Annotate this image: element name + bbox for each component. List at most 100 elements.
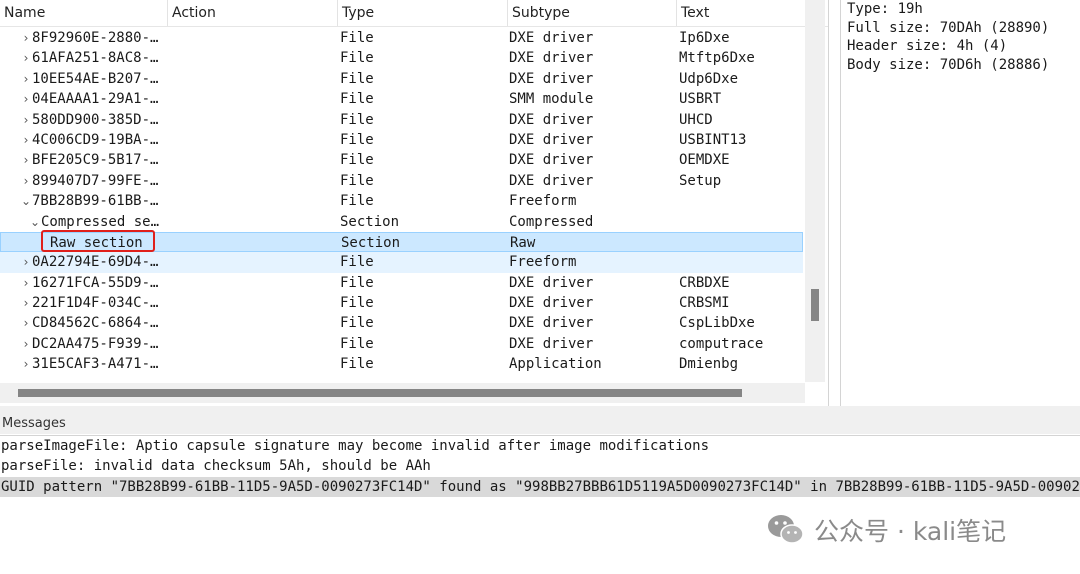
row-text: Dmienbg bbox=[679, 356, 739, 373]
chevron-right-icon[interactable]: › bbox=[20, 273, 32, 293]
row-subtype: DXE driver bbox=[509, 274, 594, 291]
chevron-right-icon[interactable]: › bbox=[20, 130, 32, 150]
row-text: CRBDXE bbox=[679, 274, 730, 291]
vertical-scrollbar[interactable] bbox=[805, 0, 825, 382]
column-header-type[interactable]: Type bbox=[338, 0, 508, 26]
row-type: File bbox=[340, 111, 374, 128]
chevron-down-icon[interactable]: ⌄ bbox=[29, 212, 41, 232]
row-subtype: DXE driver bbox=[509, 295, 594, 312]
chevron-right-icon[interactable]: › bbox=[20, 89, 32, 109]
row-text: OEMDXE bbox=[679, 152, 730, 169]
row-subtype: DXE driver bbox=[509, 70, 594, 87]
watermark-text: 公众号 · kali笔记 bbox=[814, 517, 1007, 546]
row-type: File bbox=[340, 315, 374, 332]
row-type: File bbox=[340, 131, 374, 148]
row-name: 8F92960E-2880-… bbox=[32, 30, 159, 46]
tree-row[interactable]: ⌄7BB28B99-61BB-… File Freeform bbox=[0, 191, 803, 211]
tree-row[interactable]: › 899407D7-99FE-… File DXE driver Setup bbox=[0, 171, 803, 191]
chevron-right-icon[interactable]: › bbox=[20, 354, 32, 374]
row-subtype: Freeform bbox=[509, 254, 577, 271]
info-body-size: Body size: 70D6h (28886) bbox=[847, 56, 1050, 73]
tree-row[interactable]: › 10EE54AE-B207-… File DXE driver Udp6Dxe bbox=[0, 69, 803, 89]
row-name: CD84562C-6864-… bbox=[32, 315, 159, 332]
row-type: File bbox=[340, 70, 374, 87]
row-type: File bbox=[340, 152, 374, 169]
tree-row[interactable]: › 31E5CAF3-A471-… File Application Dmienb… bbox=[0, 354, 803, 374]
row-subtype: DXE driver bbox=[509, 315, 594, 332]
chevron-right-icon[interactable]: › bbox=[20, 28, 32, 48]
row-text: UHCD bbox=[679, 111, 713, 128]
chevron-right-icon[interactable]: › bbox=[20, 110, 32, 130]
row-type: File bbox=[340, 295, 374, 312]
tree-row[interactable]: ⌄Compressed se… Section Compressed bbox=[0, 212, 803, 232]
info-full-size: Full size: 70DAh (28890) bbox=[847, 19, 1050, 36]
tree-row[interactable]: › 8F92960E-2880-… File DXE driver Ip6Dxe bbox=[0, 28, 803, 48]
column-header-action[interactable]: Action bbox=[168, 0, 338, 26]
row-subtype: Raw bbox=[510, 234, 536, 251]
row-text: computrace bbox=[679, 335, 764, 352]
structure-tree-pane: Name Action Type Subtype Text › 8F92960E-… bbox=[0, 0, 829, 406]
tree-row[interactable]: › 04EAAAA1-29A1-… File SMM module USBRT bbox=[0, 89, 803, 109]
row-subtype: DXE driver bbox=[509, 111, 594, 128]
tree-row[interactable]: › BFE205C9-5B17-… File DXE driver OEMDXE bbox=[0, 150, 803, 170]
wechat-icon bbox=[768, 515, 804, 544]
row-name: 10EE54AE-B207-… bbox=[32, 70, 159, 87]
tree-row[interactable]: › DC2AA475-F939-… File DXE driver computr… bbox=[0, 334, 803, 354]
column-header-name[interactable]: Name bbox=[0, 0, 168, 26]
row-subtype: Freeform bbox=[509, 193, 577, 210]
row-type: Section bbox=[341, 234, 401, 251]
chevron-right-icon[interactable]: › bbox=[20, 252, 32, 272]
vertical-scroll-thumb[interactable] bbox=[811, 289, 819, 321]
row-subtype: Compressed bbox=[509, 213, 594, 230]
row-name: BFE205C9-5B17-… bbox=[32, 152, 159, 169]
row-name: Compressed se… bbox=[41, 213, 160, 230]
horizontal-scroll-thumb[interactable] bbox=[18, 389, 742, 397]
row-subtype: DXE driver bbox=[509, 172, 594, 189]
row-text: CspLibDxe bbox=[679, 315, 755, 332]
row-text: CRBSMI bbox=[679, 295, 730, 312]
column-header-subtype[interactable]: Subtype bbox=[508, 0, 677, 26]
row-text: Mtftp6Dxe bbox=[679, 50, 755, 67]
message-item[interactable]: parseFile: invalid data checksum 5Ah, sh… bbox=[0, 456, 1080, 476]
message-item-selected[interactable]: GUID pattern "7BB28B99-61BB-11D5-9A5D-00… bbox=[0, 476, 1080, 498]
chevron-right-icon[interactable]: › bbox=[20, 313, 32, 333]
chevron-down-icon[interactable]: ⌄ bbox=[20, 191, 32, 211]
row-name: 16271FCA-55D9-… bbox=[32, 274, 159, 291]
row-text: USBRT bbox=[679, 91, 722, 108]
message-item[interactable]: parseImageFile: Aptio capsule signature … bbox=[0, 436, 1080, 456]
horizontal-scrollbar[interactable] bbox=[0, 383, 805, 403]
row-type: File bbox=[340, 254, 374, 271]
row-text: Setup bbox=[679, 172, 722, 189]
row-subtype: SMM module bbox=[509, 91, 594, 108]
row-subtype: DXE driver bbox=[509, 335, 594, 352]
messages-title: Messages bbox=[0, 414, 1080, 434]
row-text: Ip6Dxe bbox=[679, 30, 730, 46]
chevron-right-icon[interactable]: › bbox=[20, 171, 32, 191]
chevron-right-icon[interactable]: › bbox=[20, 48, 32, 68]
chevron-right-icon[interactable]: › bbox=[20, 69, 32, 89]
tree-header: Name Action Type Subtype Text bbox=[0, 0, 828, 27]
row-name: DC2AA475-F939-… bbox=[32, 335, 159, 352]
chevron-right-icon[interactable]: › bbox=[20, 334, 32, 354]
tree-row[interactable]: › 61AFA251-8AC8-… File DXE driver Mtftp6D… bbox=[0, 48, 803, 68]
row-subtype: DXE driver bbox=[509, 30, 594, 46]
pane-splitter[interactable] bbox=[0, 406, 1080, 414]
tree-row[interactable]: › 580DD900-385D-… File DXE driver UHCD bbox=[0, 110, 803, 130]
tree-row[interactable]: › CD84562C-6864-… File DXE driver CspLibD… bbox=[0, 313, 803, 333]
row-type: File bbox=[340, 172, 374, 189]
tree-row[interactable]: › 0A22794E-69D4-… File Freeform bbox=[0, 252, 803, 273]
chevron-right-icon[interactable]: › bbox=[20, 150, 32, 170]
row-subtype: DXE driver bbox=[509, 50, 594, 67]
tree-row[interactable]: › 221F1D4F-034C-… File DXE driver CRBSMI bbox=[0, 293, 803, 313]
row-type: File bbox=[340, 193, 374, 210]
row-subtype: DXE driver bbox=[509, 131, 594, 148]
tree-row[interactable]: › 16271FCA-55D9-… File DXE driver CRBDXE bbox=[0, 273, 803, 293]
row-name: 221F1D4F-034C-… bbox=[32, 295, 159, 312]
tree-row[interactable]: › 4C006CD9-19BA-… File DXE driver USBINT1… bbox=[0, 130, 803, 150]
chevron-right-icon[interactable]: › bbox=[20, 293, 32, 313]
messages-list: parseImageFile: Aptio capsule signature … bbox=[0, 435, 1080, 500]
info-pane: Type: 19h Full size: 70DAh (28890) Heade… bbox=[840, 0, 1080, 406]
row-type: File bbox=[340, 50, 374, 67]
tree-rows: › 8F92960E-2880-… File DXE driver Ip6Dxe … bbox=[0, 28, 803, 375]
row-type: File bbox=[340, 335, 374, 352]
